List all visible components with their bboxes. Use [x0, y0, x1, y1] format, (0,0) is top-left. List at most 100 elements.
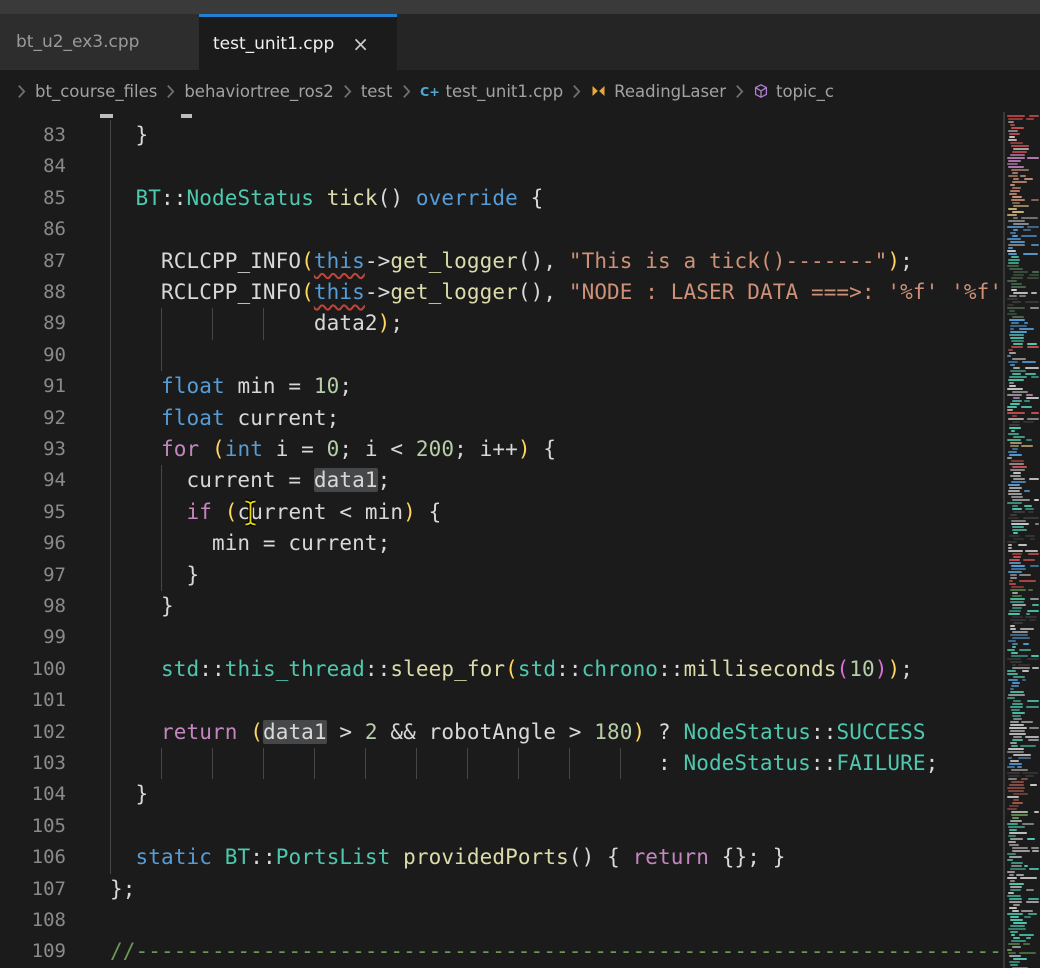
code-line[interactable]: 92 float current; — [0, 403, 1004, 434]
cpp-file-icon: C+ — [420, 83, 439, 100]
minimap-line — [1010, 964, 1018, 966]
breadcrumb-item-test_unit1.cpp[interactable]: C+test_unit1.cpp — [420, 82, 564, 101]
minimap-line — [1010, 688, 1014, 690]
code-editor[interactable]: 83 }8485 BT::NodeStatus tick() override … — [0, 112, 1004, 968]
code-line[interactable]: 104 } — [0, 779, 1004, 810]
minimap-line — [1012, 391, 1028, 393]
code-line[interactable]: 103 : NodeStatus::FAILURE; — [0, 748, 1004, 779]
minimap-line — [1013, 205, 1029, 207]
minimap-line — [1027, 277, 1039, 279]
minimap-line — [1012, 604, 1026, 606]
breadcrumb-item-bt_course_files[interactable]: bt_course_files — [35, 82, 157, 101]
minimap-line — [1011, 277, 1023, 279]
minimap-line — [1011, 322, 1019, 324]
code-line[interactable]: 99 — [0, 622, 1004, 653]
code-line[interactable]: 93 for (int i = 0; i < 200; i++) { — [0, 434, 1004, 465]
minimap-line — [1010, 916, 1019, 918]
code-line[interactable]: 85 BT::NodeStatus tick() override { — [0, 183, 1004, 214]
breadcrumb-item-topic_c[interactable]: topic_c — [753, 82, 834, 101]
tab-bt_u2_ex3-cpp[interactable]: bt_u2_ex3.cpp — [0, 14, 199, 70]
minimap-line — [1008, 259, 1020, 261]
code-line[interactable]: 100 std::this_thread::sleep_for(std::chr… — [0, 654, 1004, 685]
minimap-line — [1031, 199, 1039, 201]
breadcrumb-label: test — [361, 82, 393, 101]
minimap-line — [1010, 742, 1017, 744]
code-line[interactable]: 87 RCLCPP_INFO(this->get_logger(), "This… — [0, 246, 1004, 277]
line-number: 109 — [0, 936, 66, 967]
code-line[interactable]: 107}; — [0, 874, 1004, 905]
minimap-line — [1010, 706, 1023, 708]
minimap-line — [1010, 886, 1022, 888]
code-line[interactable]: 106 static BT::PortsList providedPorts()… — [0, 842, 1004, 873]
minimap-line — [1008, 748, 1024, 750]
tab-test_unit1-cpp[interactable]: test_unit1.cpp× — [199, 14, 397, 70]
indent-guide — [110, 811, 111, 842]
code-line-text: float current; — [110, 403, 339, 434]
minimap-line — [1027, 658, 1039, 660]
minimap-line — [1007, 307, 1025, 309]
minimap-line — [1008, 841, 1016, 843]
minimap-line — [1012, 553, 1022, 555]
minimap-line — [1009, 559, 1020, 561]
minimap-line — [1031, 376, 1039, 378]
minimap-line — [1029, 868, 1039, 870]
minimap-line — [1012, 592, 1018, 594]
breadcrumb-item-behaviortree_ros2[interactable]: behaviortree_ros2 — [184, 82, 333, 101]
minimap-line — [1009, 562, 1021, 564]
breadcrumb-item-test[interactable]: test — [361, 82, 393, 101]
minimap-line — [1009, 832, 1027, 834]
minimap-line — [1026, 394, 1033, 396]
code-line[interactable]: 105 — [0, 811, 1004, 842]
minimap-line — [1010, 724, 1024, 726]
line-number: 92 — [0, 403, 66, 434]
code-line[interactable]: 83 } — [0, 120, 1004, 151]
minimap[interactable] — [1006, 112, 1040, 968]
code-line[interactable]: 101 — [0, 685, 1004, 716]
line-number: 94 — [0, 465, 66, 496]
vscode-window: bt_u2_ex3.cpptest_unit1.cpp× bt_course_f… — [0, 0, 1040, 968]
close-icon[interactable]: × — [352, 34, 369, 54]
code-line[interactable]: 95 if (current < min) { — [0, 497, 1004, 528]
minimap-line — [1012, 739, 1023, 741]
minimap-line — [1007, 649, 1015, 651]
code-line[interactable]: 84 — [0, 151, 1004, 182]
code-line[interactable]: 102 return (data1 > 2 && robotAngle > 18… — [0, 717, 1004, 748]
minimap-line — [1022, 772, 1038, 774]
minimap-line — [1009, 295, 1017, 297]
breadcrumb-item-readinglaser[interactable]: ReadingLaser — [590, 82, 726, 101]
code-line[interactable]: 91 float min = 10; — [0, 371, 1004, 402]
code-line[interactable]: 97 } — [0, 560, 1004, 591]
code-line[interactable]: 94 current = data1; — [0, 465, 1004, 496]
minimap-line — [1011, 520, 1026, 522]
minimap-line — [1007, 808, 1017, 810]
minimap-line — [1008, 778, 1017, 780]
code-line[interactable]: 86 — [0, 214, 1004, 245]
code-line[interactable]: 109//-----------------------------------… — [0, 936, 1004, 967]
code-line-text: } — [110, 779, 148, 810]
minimap-line — [1010, 589, 1026, 591]
minimap-line — [1007, 949, 1012, 951]
minimap-line — [1012, 802, 1023, 804]
code-line[interactable]: 108 — [0, 905, 1004, 936]
minimap-line — [1007, 412, 1025, 414]
minimap-line — [1008, 175, 1018, 177]
code-line[interactable]: 89 data2); — [0, 308, 1004, 339]
minimap-line — [1008, 244, 1025, 246]
code-line[interactable]: 98 } — [0, 591, 1004, 622]
line-number: 91 — [0, 371, 66, 402]
minimap-line — [1010, 442, 1022, 444]
minimap-line — [1029, 619, 1036, 621]
code-line[interactable]: 88 RCLCPP_INFO(this->get_logger(), "NODE… — [0, 277, 1004, 308]
code-line[interactable]: 96 min = current; — [0, 528, 1004, 559]
chevron-right-icon — [735, 84, 744, 99]
minimap-line — [1021, 721, 1033, 723]
code-line[interactable]: 90 — [0, 340, 1004, 371]
minimap-line — [1009, 463, 1024, 465]
minimap-line — [1012, 448, 1018, 450]
minimap-line — [1012, 505, 1018, 507]
minimap-line — [1013, 538, 1024, 540]
minimap-line — [1009, 907, 1017, 909]
code-line-text: current = data1; — [110, 465, 390, 496]
minimap-line — [1018, 664, 1030, 666]
minimap-line — [1008, 694, 1025, 696]
